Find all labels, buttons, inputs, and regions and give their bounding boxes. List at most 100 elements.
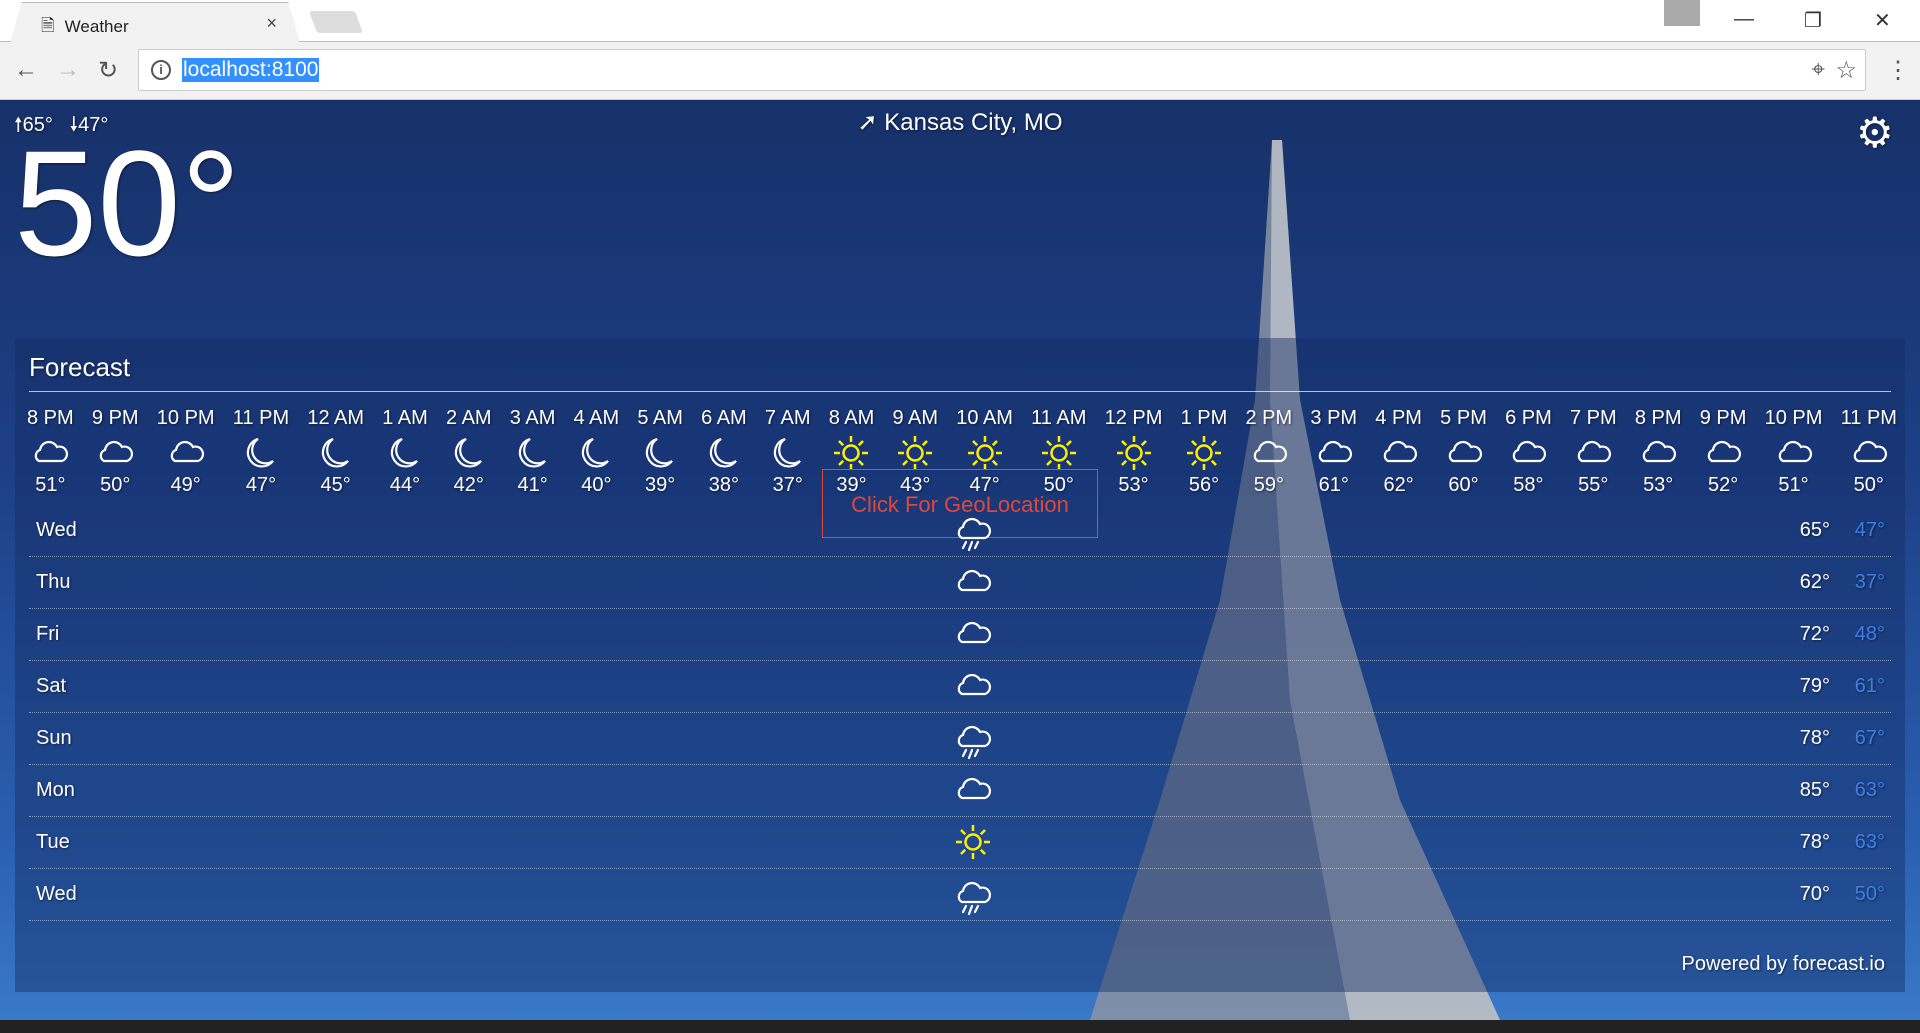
hour-temp: 50° (100, 474, 131, 496)
hourly-item: 11 PM 47° (233, 407, 289, 497)
hourly-item: 3 PM 61° (1310, 407, 1357, 497)
cloud-icon (35, 440, 69, 463)
hour-temp: 37° (772, 474, 803, 496)
daily-forecast: Wed 65° 47° Thu 62° 37° Fri 72° 48° Sat 79° 61° Sun 7… (29, 505, 1891, 921)
restore-icon[interactable]: ❐ (1804, 8, 1822, 33)
address-bar[interactable]: i localhost:8100 ⌖ ☆ (138, 49, 1866, 91)
hour-time: 1 PM (1180, 407, 1228, 429)
hour-time: 10 PM (156, 407, 215, 429)
hour-temp: 51° (35, 474, 66, 496)
moon-icon (454, 437, 482, 468)
hour-temp: 39° (645, 474, 676, 496)
hourly-item: 5 AM 39° (637, 407, 683, 497)
hour-temp: 55° (1578, 474, 1609, 496)
rain-icon (957, 725, 992, 760)
forecast-title: Forecast (29, 352, 131, 382)
hourly-item: 6 AM 38° (701, 407, 747, 497)
rain-icon (957, 881, 992, 916)
hourly-item: 7 AM 37° (765, 407, 811, 497)
hourly-item: 4 AM 40° (574, 407, 620, 497)
close-window-icon[interactable]: ✕ (1874, 8, 1891, 33)
reload-icon[interactable]: ↻ (98, 56, 118, 85)
location-target-icon[interactable]: ⌖ (1811, 56, 1825, 84)
day-low: 67° (1854, 727, 1885, 749)
hour-time: 4 PM (1375, 407, 1422, 429)
profile-icon[interactable] (1664, 0, 1700, 26)
hourly-item: 11 PM 50° (1841, 407, 1897, 497)
hourly-item: 8 PM 51° (27, 407, 74, 497)
powered-by-text: Powered by (1681, 953, 1788, 975)
cloud-icon (1853, 440, 1887, 463)
hour-temp: 52° (1707, 474, 1739, 496)
back-icon[interactable]: ← (14, 56, 38, 84)
forecast-io-link[interactable]: forecast.io (1793, 953, 1885, 975)
hour-time: 6 AM (701, 407, 747, 429)
daily-row: Wed 70° 50° (29, 869, 1891, 921)
cloud-icon (957, 621, 992, 644)
cloud-icon (99, 440, 134, 463)
day-low: 61° (1854, 675, 1885, 697)
hour-time: 12 PM (1104, 407, 1163, 429)
hourly-item: 8 PM 53° (1635, 407, 1682, 497)
cloud-icon (1253, 440, 1287, 463)
settings-gear-icon[interactable]: ⚙ (1856, 112, 1894, 154)
hourly-item: 3 AM 41° (510, 407, 556, 497)
cloud-icon (170, 440, 204, 463)
hour-temp: 47° (245, 474, 277, 496)
location-name: Kansas City, MO (884, 109, 1063, 136)
moon-icon (773, 437, 801, 468)
menu-icon[interactable]: ⋮ (1886, 56, 1910, 85)
day-name: Wed (36, 519, 77, 541)
daily-row: Sun 78° 67° (29, 713, 1891, 765)
hour-time: 8 AM (828, 407, 875, 429)
day-high: 72° (1799, 623, 1830, 645)
daily-row: Fri 72° 48° (29, 609, 1891, 661)
minimize-icon[interactable]: — (1734, 8, 1754, 31)
day-high: 78° (1799, 727, 1830, 749)
hour-temp: 58° (1513, 474, 1544, 496)
hour-time: 8 PM (27, 407, 74, 429)
moon-icon (518, 437, 546, 468)
hour-time: 6 PM (1505, 407, 1552, 429)
day-low: 50° (1854, 883, 1885, 905)
forecast-panel: Forecast 8 PM 51° 9 PM 50° 10 PM 49° 11 PM 47° 1… (15, 338, 1905, 992)
hourly-item: 12 PM 53° (1105, 407, 1163, 497)
page-icon: 🗎 (41, 15, 55, 35)
hourly-item: 12 AM 45° (307, 407, 364, 497)
tab-weather[interactable]: 🗎 Weather × (10, 2, 300, 43)
close-tab-icon[interactable]: × (266, 13, 277, 34)
sun-icon (967, 436, 1002, 470)
sun-icon (834, 436, 869, 470)
new-tab-button[interactable] (308, 11, 364, 33)
hour-time: 3 PM (1310, 407, 1358, 429)
sun-icon (1116, 436, 1151, 470)
sun-icon (1186, 436, 1221, 470)
day-name: Fri (36, 623, 60, 645)
hour-temp: 61° (1318, 474, 1349, 496)
hour-time: 11 AM (1031, 407, 1087, 429)
cloud-icon (1383, 440, 1417, 463)
hourly-item: 9 PM 52° (1700, 407, 1747, 497)
day-high: 62° (1799, 571, 1830, 593)
hour-time: 8 PM (1634, 407, 1682, 429)
hour-time: 11 PM (232, 407, 290, 429)
cloud-icon (1318, 440, 1352, 463)
hourly-item: 9 PM 50° (92, 407, 139, 497)
moon-icon (709, 437, 737, 468)
hourly-item: 2 AM 42° (446, 407, 492, 497)
url-text[interactable]: localhost:8100 (182, 58, 320, 82)
bookmark-star-icon[interactable]: ☆ (1835, 56, 1857, 85)
moon-icon (645, 437, 674, 468)
daily-row: Mon 85° 63° (29, 765, 1891, 817)
day-name: Wed (36, 883, 77, 905)
hour-time: 9 PM (1699, 407, 1747, 429)
hourly-item: 4 PM 62° (1375, 407, 1422, 497)
hourly-item: 5 PM 60° (1440, 407, 1487, 497)
sun-icon (898, 436, 933, 470)
hour-time: 3 AM (509, 407, 556, 429)
forward-icon[interactable]: → (56, 56, 80, 84)
cloud-icon (1448, 440, 1482, 463)
cloud-icon (957, 569, 992, 592)
hour-time: 11 PM (1840, 407, 1897, 429)
info-icon[interactable]: i (151, 60, 171, 80)
